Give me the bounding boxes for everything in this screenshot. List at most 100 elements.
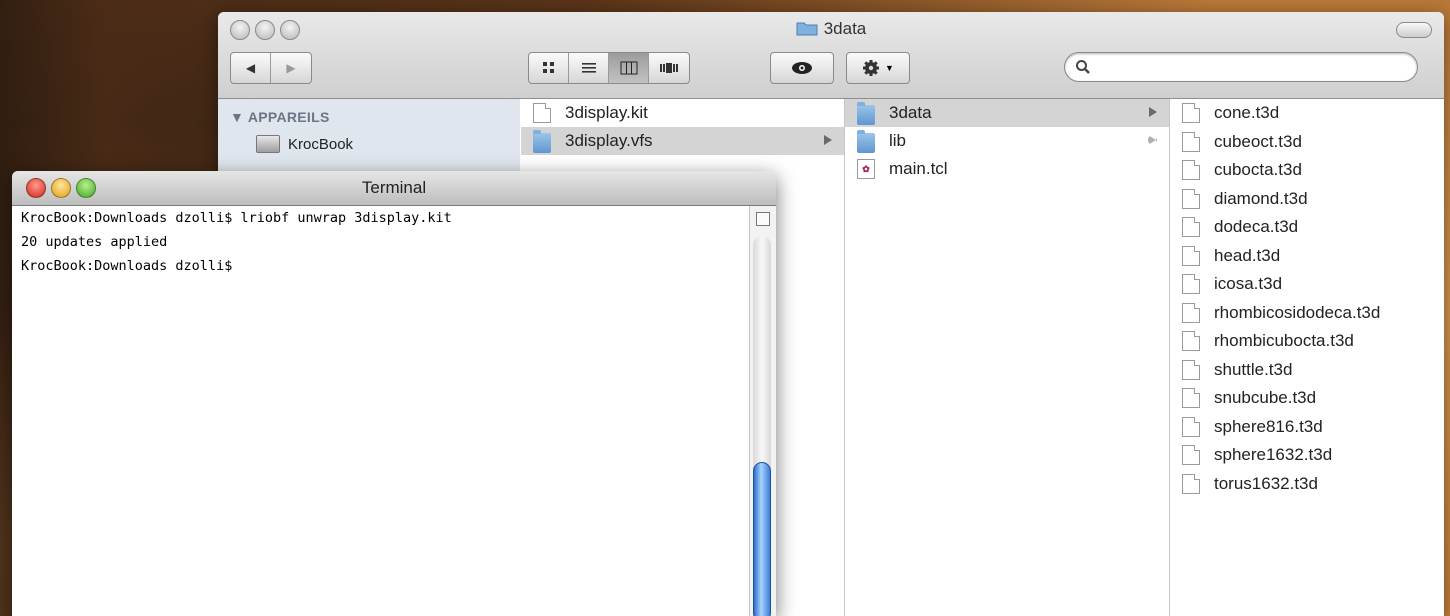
list-item[interactable]: head.t3d [1170,242,1444,270]
folder-icon [796,22,818,36]
item-label: sphere1632.t3d [1214,445,1333,464]
terminal-line: KrocBook:Downloads dzolli$ lriobf unwrap… [21,210,452,226]
item-label: dodeca.t3d [1214,217,1299,236]
forward-button[interactable]: ▶ [271,53,311,83]
item-label: rhombicosidodeca.t3d [1214,302,1381,322]
list-item[interactable]: rhombicosidodeca.t3d [1170,299,1444,327]
list-view-button[interactable] [569,53,609,83]
columns-icon [620,61,637,75]
column-view-button[interactable] [609,53,649,83]
back-button[interactable]: ◀ [231,53,271,83]
list-item[interactable]: cubeoct.t3d [1170,128,1444,156]
back-forward-group: ◀ ▶ [230,52,312,84]
list-item[interactable]: 3display.kit [521,99,844,127]
coverflow-view-button[interactable] [649,53,689,83]
terminal-titlebar[interactable]: Terminal [12,171,776,206]
document-icon [1182,359,1200,380]
browser-column-2: 3data lib ✿ main.tcl [845,99,1170,616]
item-label: sphere816.t3d [1214,416,1323,436]
list-item[interactable]: rhombicubocta.t3d [1170,327,1444,355]
window-title: Terminal [361,178,427,197]
item-label: 3data [889,103,932,122]
scroll-thumb[interactable] [753,462,771,616]
browser-column-3: cone.t3d cubeoct.t3d cubocta.t3d diamond… [1170,99,1444,616]
list-item[interactable]: diamond.t3d [1170,185,1444,213]
disclosure-arrow-icon [1148,135,1157,145]
item-label: shuttle.t3d [1214,359,1293,379]
sidebar-section-devices[interactable]: ▼ APPAREILS [230,109,330,125]
item-label: icosa.t3d [1214,274,1283,293]
list-item[interactable]: cubocta.t3d [1170,156,1444,184]
document-icon [1182,131,1200,152]
document-icon [1182,188,1200,209]
finder-toolbar: 3data ◀ ▶ ▼ [218,12,1444,99]
split-pane-icon[interactable] [756,212,770,226]
list-item[interactable]: ✿ main.tcl [845,155,1169,183]
icon-view-button[interactable] [529,53,569,83]
document-icon [1182,445,1200,465]
disclosure-arrow-icon [824,135,832,145]
list-item[interactable]: sphere1632.t3d [1170,441,1444,469]
document-icon [1182,217,1200,237]
chevron-down-icon: ▼ [885,63,894,73]
list-item[interactable]: lib [845,127,1169,155]
item-label: 3display.kit [565,103,648,122]
gear-icon [863,60,880,76]
view-mode-group [528,52,690,84]
eye-icon [792,62,812,74]
item-label: main.tcl [889,159,948,178]
item-label: head.t3d [1214,245,1281,265]
list-item[interactable]: icosa.t3d [1170,270,1444,298]
folder-icon [857,101,875,125]
search-input[interactable] [1095,58,1399,78]
terminal-window: Terminal KrocBook:Downloads dzolli$ lrio… [12,171,776,616]
vertical-scrollbar[interactable] [749,206,776,616]
terminal-output[interactable]: KrocBook:Downloads dzolli$ lriobf unwrap… [12,206,750,616]
list-item[interactable]: dodeca.t3d [1170,213,1444,241]
window-title: 3data [218,19,1444,39]
item-label: 3display.vfs [565,131,653,150]
document-icon [1182,473,1200,494]
folder-icon [857,129,875,153]
item-label: cone.t3d [1214,103,1280,122]
list-item[interactable]: snubcube.t3d [1170,384,1444,412]
item-label: lib [889,131,907,150]
sidebar-item-krocbook[interactable]: KrocBook [256,135,353,153]
document-icon [1182,245,1200,266]
item-label: cubeoct.t3d [1214,131,1302,151]
item-label: snubcube.t3d [1214,388,1317,407]
toolbar-toggle-button[interactable] [1396,22,1432,38]
document-icon [1182,103,1200,123]
document-icon [1182,331,1200,351]
list-item[interactable]: cone.t3d [1170,99,1444,127]
list-icon [581,63,596,73]
sidebar-item-label: KrocBook [288,135,354,153]
quick-look-button[interactable] [770,52,834,84]
tcl-script-icon: ✿ [857,159,875,179]
grid-icon [542,62,554,73]
list-item[interactable]: sphere816.t3d [1170,413,1444,441]
terminal-line: KrocBook:Downloads dzolli$ [21,258,233,274]
folder-icon [533,129,551,153]
document-icon [1182,302,1200,323]
document-icon [1182,274,1200,294]
document-icon [1182,160,1200,180]
list-item[interactable]: 3data [845,99,1169,127]
hard-drive-icon [256,135,280,153]
terminal-line: 20 updates applied [21,234,168,250]
coverflow-icon [660,63,678,73]
list-item[interactable]: torus1632.t3d [1170,470,1444,498]
document-icon [1182,416,1200,437]
list-item[interactable]: shuttle.t3d [1170,356,1444,384]
document-icon [1182,388,1200,408]
search-icon [1076,60,1090,74]
item-label: torus1632.t3d [1214,473,1318,493]
search-field[interactable] [1064,52,1418,82]
item-label: rhombicubocta.t3d [1214,331,1354,350]
item-label: diamond.t3d [1214,188,1308,208]
document-icon [533,103,551,123]
disclosure-arrow-icon [1149,107,1157,117]
list-item[interactable]: 3display.vfs [521,127,844,155]
action-menu-button[interactable]: ▼ [846,52,910,84]
item-label: cubocta.t3d [1214,160,1302,179]
